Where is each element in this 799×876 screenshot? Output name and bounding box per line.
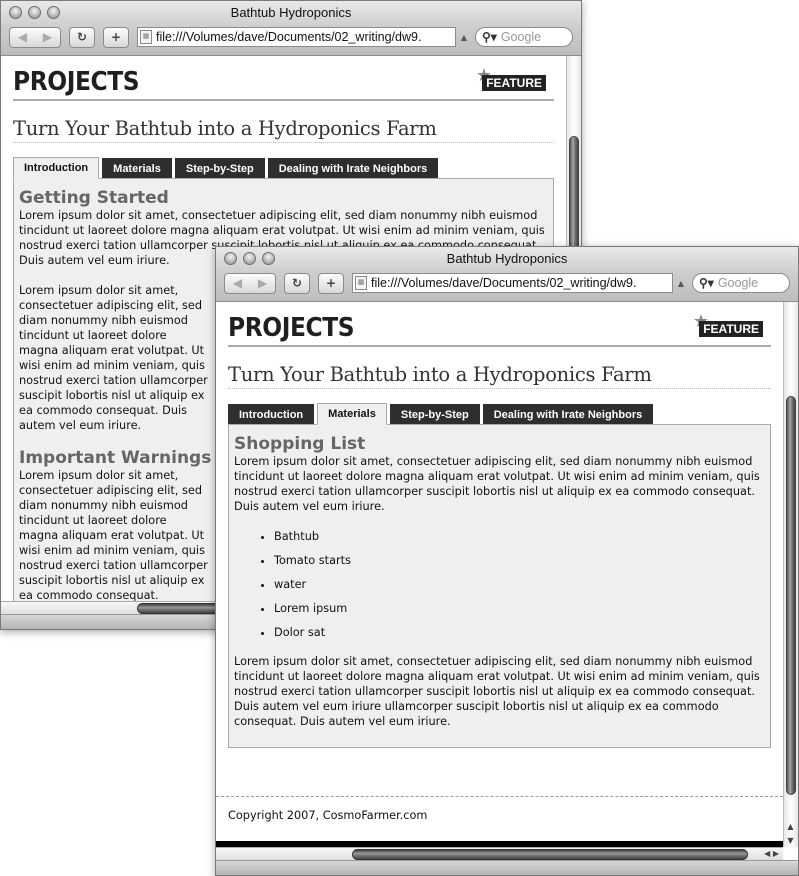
forward-icon[interactable]: ▶ — [43, 30, 52, 44]
list-item: water — [274, 577, 765, 592]
list-item: Lorem ipsum — [274, 601, 765, 616]
url-text[interactable]: file:///Volumes/dave/Documents/02_writin… — [371, 276, 636, 290]
page-viewport: PROJECTS ★ FEATURE Turn Your Bathtub int… — [216, 302, 783, 847]
search-icon[interactable]: ⚲▾ — [699, 276, 714, 290]
back-icon[interactable]: ◀ — [233, 276, 242, 290]
list-item: Dolor sat — [274, 625, 765, 640]
address-bar[interactable]: ▦ file:///Volumes/dave/Documents/02_writ… — [352, 273, 673, 293]
scroll-right-arrow[interactable]: ▶ — [773, 849, 779, 858]
feature-badge: FEATURE — [482, 75, 546, 91]
paragraph: Lorem ipsum dolor sit amet, consectetuer… — [234, 455, 760, 513]
back-forward-buttons[interactable]: ◀ ▶ — [224, 272, 276, 294]
tab-bar: Introduction Materials Step-by-Step Deal… — [228, 403, 771, 425]
tab-step-by-step[interactable]: Step-by-Step — [174, 158, 265, 178]
paragraph: Lorem ipsum dolor sit amet, consectetuer… — [19, 284, 208, 432]
vertical-scrollbar[interactable]: ▲ ▼ — [783, 302, 798, 847]
page-title: Turn Your Bathtub into a Hydroponics Far… — [228, 363, 771, 389]
plus-icon: + — [325, 276, 337, 290]
reload-button[interactable]: ↻ — [69, 26, 95, 48]
search-field[interactable]: ⚲▾ Google — [692, 273, 790, 293]
status-bar — [216, 860, 798, 875]
add-bookmark-button[interactable]: + — [318, 272, 344, 294]
paragraph: Lorem ipsum dolor sit amet, consectetuer… — [234, 655, 760, 728]
tab-bar: Introduction Materials Step-by-Step Deal… — [13, 157, 554, 179]
reload-icon: ↻ — [291, 276, 303, 290]
scroll-up-arrow[interactable]: ▲ — [785, 820, 796, 833]
window-title: Bathtub Hydroponics — [230, 5, 352, 20]
horizontal-scrollbar[interactable]: ◀ ▶ — [216, 847, 783, 861]
url-dropdown-icon[interactable]: ▲ — [678, 279, 684, 288]
scroll-left-arrow[interactable]: ◀ — [764, 849, 770, 858]
search-icon[interactable]: ⚲▾ — [482, 30, 497, 44]
tab-materials[interactable]: Materials — [102, 158, 172, 178]
address-bar[interactable]: ▦ file:///Volumes/dave/Documents/02_writ… — [137, 27, 456, 47]
tab-irate-neighbors[interactable]: Dealing with Irate Neighbors — [267, 158, 439, 178]
back-icon[interactable]: ◀ — [18, 30, 27, 44]
title-bar[interactable]: Bathtub Hydroponics ◀ ▶ ↻ + ▦ file:///Vo… — [216, 247, 798, 302]
section-title: PROJECTS — [13, 67, 140, 97]
site-header: PROJECTS ★ FEATURE — [228, 311, 771, 347]
scroll-down-arrow[interactable]: ▼ — [785, 834, 796, 847]
page-icon: ▦ — [140, 30, 152, 44]
paragraph: Lorem ipsum dolor sit amet, consectetuer… — [19, 469, 208, 601]
feature-badge: FEATURE — [699, 321, 763, 337]
page-title: Turn Your Bathtub into a Hydroponics Far… — [13, 117, 554, 143]
tab-introduction[interactable]: Introduction — [13, 157, 100, 179]
list-item: Tomato starts — [274, 553, 765, 568]
add-bookmark-button[interactable]: + — [103, 26, 129, 48]
tab-step-by-step[interactable]: Step-by-Step — [389, 404, 480, 424]
plus-icon: + — [110, 30, 122, 44]
reload-button[interactable]: ↻ — [284, 272, 310, 294]
reload-icon: ↻ — [76, 30, 88, 44]
site-footer: Copyright 2007, CosmoFarmer.com — [216, 796, 783, 834]
horizontal-scroll-thumb[interactable] — [352, 849, 748, 860]
url-dropdown-icon[interactable]: ▲ — [461, 33, 467, 42]
list-item: Bathtub — [274, 529, 765, 544]
vertical-scroll-thumb[interactable] — [786, 396, 796, 795]
section-heading: Getting Started — [19, 188, 169, 208]
search-placeholder: Google — [500, 30, 542, 44]
section-heading: Shopping List — [234, 434, 366, 454]
tab-introduction[interactable]: Introduction — [228, 404, 315, 424]
back-forward-buttons[interactable]: ◀ ▶ — [9, 26, 61, 48]
title-bar[interactable]: Bathtub Hydroponics ◀ ▶ ↻ + ▦ file:///Vo… — [1, 1, 581, 56]
forward-icon[interactable]: ▶ — [258, 276, 267, 290]
section-title: PROJECTS — [228, 313, 355, 343]
window-title: Bathtub Hydroponics — [446, 251, 568, 266]
site-header: PROJECTS ★ FEATURE — [13, 65, 554, 101]
tab-panel-materials: Shopping List Lorem ipsum dolor sit amet… — [228, 424, 771, 748]
page-icon: ▦ — [355, 276, 367, 290]
tab-irate-neighbors[interactable]: Dealing with Irate Neighbors — [482, 404, 654, 424]
tab-materials[interactable]: Materials — [317, 403, 387, 425]
search-field[interactable]: ⚲▾ Google — [475, 27, 573, 47]
shopping-list: Bathtub Tomato starts water Lorem ipsum … — [234, 529, 765, 640]
search-placeholder: Google — [717, 276, 759, 290]
browser-window-front[interactable]: Bathtub Hydroponics ◀ ▶ ↻ + ▦ file:///Vo… — [215, 246, 799, 876]
url-text[interactable]: file:///Volumes/dave/Documents/02_writin… — [156, 30, 421, 44]
